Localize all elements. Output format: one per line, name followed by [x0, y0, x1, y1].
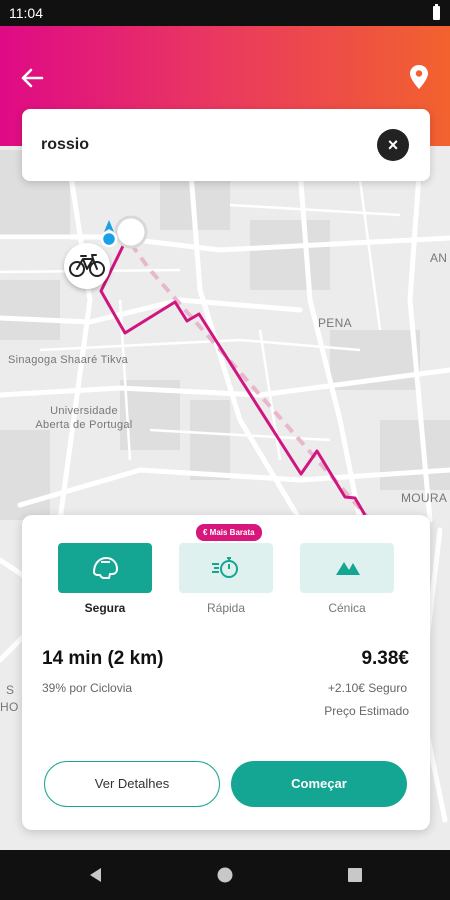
estimated-price-label: Preço Estimado	[324, 704, 409, 718]
route-option-safe[interactable]	[58, 543, 152, 593]
start-button[interactable]: Começar	[231, 761, 407, 807]
system-nav-bar	[0, 850, 450, 900]
map-label-an: AN	[430, 251, 448, 265]
nav-home-icon[interactable]	[217, 867, 233, 883]
route-option-fast[interactable]	[179, 543, 273, 593]
map-pin-icon	[410, 65, 428, 89]
route-option-scenic[interactable]	[300, 543, 394, 593]
map-label-mouraria: MOURA	[401, 491, 448, 505]
map-label-ho: HO	[0, 700, 19, 714]
map-label-universidade: Universidade Aberta de Portugal	[35, 405, 133, 431]
battery-icon	[433, 4, 440, 20]
bicycle-icon	[69, 254, 105, 277]
map-label-sinagoga: Sinagoga Shaaré Tikva	[8, 354, 129, 366]
cycleway-percentage: 39% por Ciclovia	[42, 681, 133, 695]
route-duration: 14 min (2 km)	[42, 648, 164, 669]
search-bar: ×	[22, 109, 430, 181]
clear-search-button[interactable]: ×	[377, 129, 409, 161]
nav-recents-icon[interactable]	[348, 868, 362, 882]
status-bar: 11:04	[0, 0, 450, 26]
bike-station-marker[interactable]	[64, 243, 110, 289]
status-time: 11:04	[9, 5, 43, 21]
route-option-scenic-label: Cénica	[328, 601, 366, 615]
close-icon: ×	[387, 135, 399, 155]
helmet-icon	[92, 556, 119, 579]
cheapest-badge: € Mais Barata	[196, 524, 262, 541]
map-label-s: S	[6, 683, 15, 697]
location-button[interactable]	[404, 62, 434, 94]
insurance-cost: +2.10€ Seguro	[327, 681, 407, 695]
route-option-safe-label: Segura	[84, 601, 126, 615]
route-option-fast-label: Rápida	[206, 601, 246, 615]
mountains-icon	[336, 562, 360, 575]
map-label-pena: PENA	[318, 316, 352, 330]
route-summary-card: € Mais Barata Segura Rápida Cénica 14 mi…	[22, 515, 430, 830]
route-price: 9.38€	[361, 648, 409, 669]
view-details-button[interactable]: Ver Detalhes	[44, 761, 220, 807]
nav-back-icon[interactable]	[90, 868, 101, 882]
search-input[interactable]	[41, 131, 361, 159]
arrow-left-icon	[21, 68, 44, 88]
stopwatch-icon	[212, 557, 238, 578]
back-button[interactable]	[16, 62, 48, 94]
